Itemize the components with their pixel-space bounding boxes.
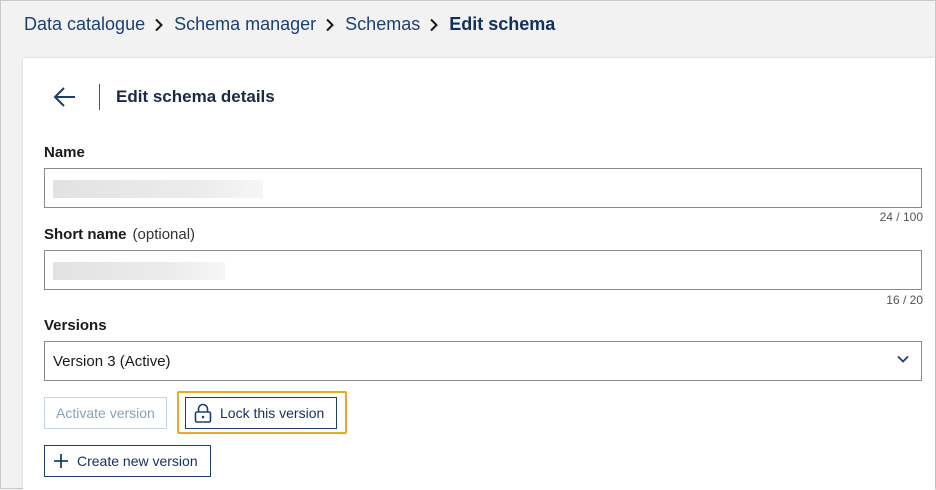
header-divider bbox=[99, 84, 100, 110]
short-name-field[interactable] bbox=[44, 250, 922, 290]
versions-select[interactable]: Version 3 (Active) bbox=[44, 341, 922, 381]
lock-version-button[interactable]: Lock this version bbox=[185, 397, 337, 429]
plus-icon bbox=[54, 454, 68, 468]
versions-label: Versions bbox=[44, 317, 107, 334]
short-name-label-text: Short name bbox=[44, 226, 127, 243]
chevron-down-icon bbox=[897, 355, 909, 363]
chevron-right-icon bbox=[429, 18, 439, 32]
lock-version-label: Lock this version bbox=[220, 405, 325, 421]
edit-schema-card: Edit schema details Name 24 / 100 Short … bbox=[23, 58, 935, 490]
redacted-value bbox=[53, 262, 225, 280]
page-title: Edit schema details bbox=[116, 87, 275, 106]
arrow-left-icon bbox=[53, 87, 75, 107]
breadcrumb-data-catalogue[interactable]: Data catalogue bbox=[24, 14, 145, 35]
breadcrumb-schemas[interactable]: Schemas bbox=[345, 14, 420, 35]
breadcrumb-schema-manager[interactable]: Schema manager bbox=[174, 14, 316, 35]
lock-icon bbox=[194, 403, 212, 423]
activate-version-button[interactable]: Activate version bbox=[44, 397, 167, 429]
chevron-right-icon bbox=[154, 18, 164, 32]
create-new-version-label: Create new version bbox=[77, 453, 198, 469]
name-char-counter: 24 / 100 bbox=[879, 210, 923, 224]
name-field[interactable] bbox=[44, 168, 922, 208]
versions-selected-value: Version 3 (Active) bbox=[53, 352, 171, 370]
breadcrumb: Data catalogue Schema manager Schemas Ed… bbox=[24, 14, 555, 35]
optional-hint: (optional) bbox=[132, 226, 196, 243]
back-button[interactable] bbox=[53, 85, 77, 109]
breadcrumb-current: Edit schema bbox=[449, 14, 556, 34]
short-name-label: Short name (optional) bbox=[44, 226, 195, 243]
redacted-value bbox=[53, 180, 263, 198]
create-new-version-button[interactable]: Create new version bbox=[44, 445, 211, 477]
name-label: Name bbox=[44, 144, 85, 161]
chevron-right-icon bbox=[325, 18, 335, 32]
short-name-char-counter: 16 / 20 bbox=[886, 293, 923, 307]
card-header: Edit schema details bbox=[53, 84, 275, 110]
